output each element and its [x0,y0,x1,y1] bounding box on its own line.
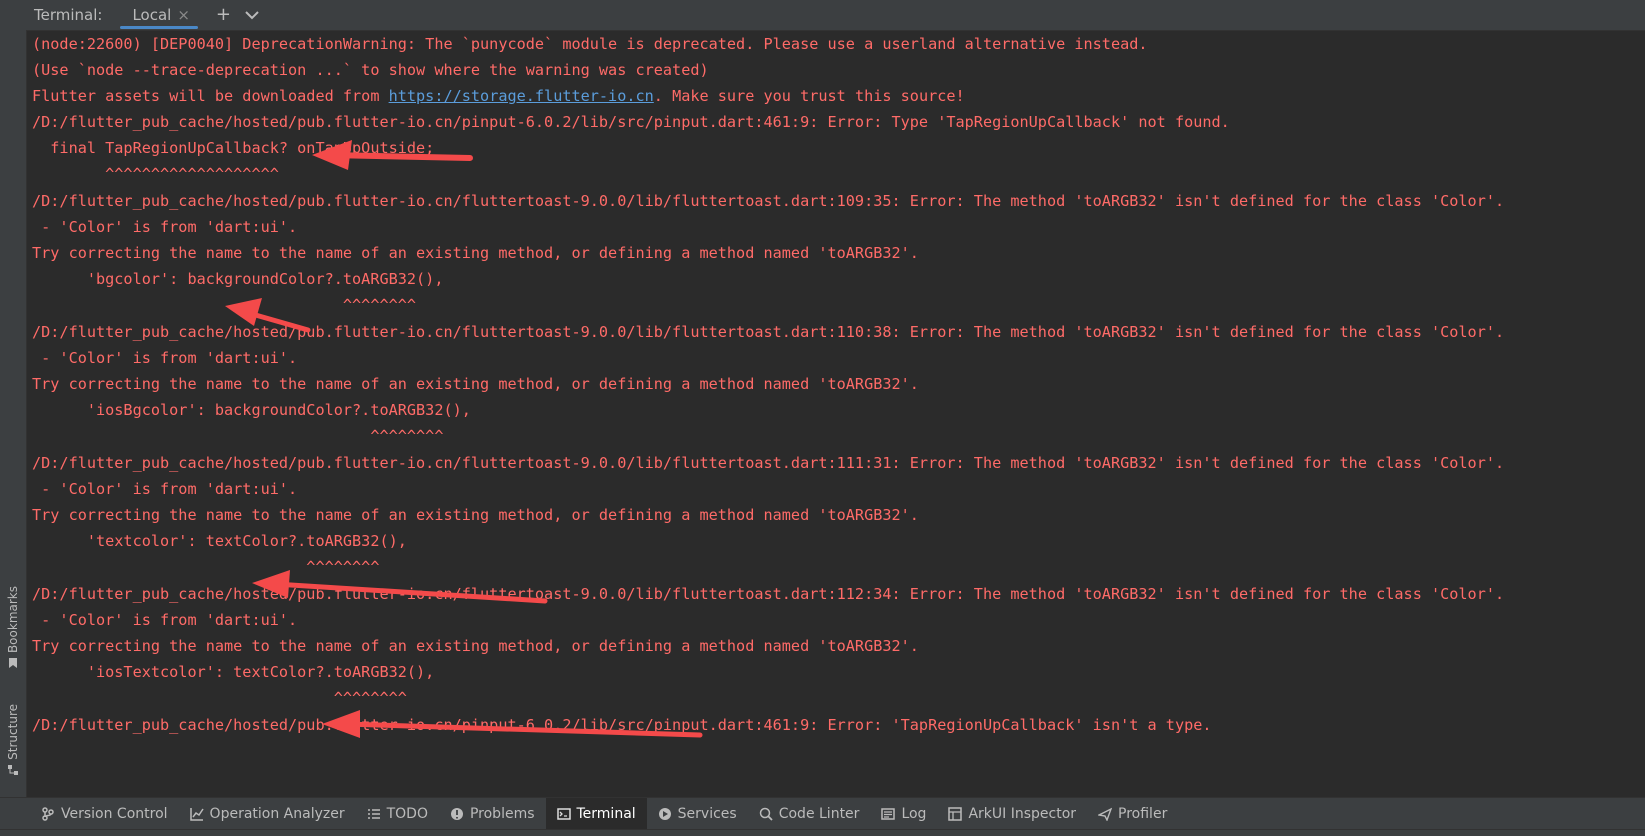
terminal-line: /D:/flutter_pub_cache/hosted/pub.flutter… [32,113,1230,131]
left-tool-strip: Bookmarks Structure [0,0,27,800]
terminal-header: Terminal: Local × + [26,0,1645,31]
terminal-line: /D:/flutter_pub_cache/hosted/pub.flutter… [32,323,1505,341]
tab-log[interactable]: Log [870,798,937,830]
tool-window-bar: Version Control Operation Analyzer TODO … [0,797,1645,830]
tab-version-control-label: Version Control [61,806,168,822]
branch-icon [42,807,54,821]
terminal-line: ^^^^^^^^ [32,558,380,576]
bookmarks-tool-tab[interactable]: Bookmarks [0,586,26,669]
tab-code-linter[interactable]: Code Linter [748,798,871,830]
tab-profiler[interactable]: Profiler [1087,798,1178,830]
terminal-line: 'bgcolor': backgroundColor?.toARGB32(), [32,270,444,288]
bookmarks-label: Bookmarks [6,586,20,654]
tab-log-label: Log [901,806,927,822]
terminal-line: /D:/flutter_pub_cache/hosted/pub.flutter… [32,192,1505,210]
terminal-line: 'iosBgcolor': backgroundColor?.toARGB32(… [32,401,471,419]
new-tab-icon[interactable]: + [216,6,231,24]
tab-local[interactable]: Local × [116,0,201,30]
problems-icon [450,808,463,820]
tab-local-label: Local [132,6,172,24]
terminal-line: ^^^^^^^^ [32,427,444,445]
terminal-line-assets: Flutter assets will be downloaded from h… [32,83,965,109]
terminal-line: final TapRegionUpCallback? onTapUpOutsid… [32,139,435,157]
tab-terminal-label: Terminal [576,806,636,822]
assets-suffix: . Make sure you trust this source! [653,87,965,105]
inspector-icon [948,807,963,821]
tab-profiler-label: Profiler [1118,806,1168,822]
terminal-title: Terminal: [34,6,103,24]
terminal-line: - 'Color' is from 'dart:ui'. [32,349,298,367]
terminal-line: Try correcting the name to the name of a… [32,506,919,524]
terminal-line: Try correcting the name to the name of a… [32,375,919,393]
terminal-line: 'textcolor': textColor?.toARGB32(), [32,532,407,550]
close-icon[interactable]: × [177,6,190,24]
tab-terminal[interactable]: Terminal [545,798,647,830]
tab-problems[interactable]: Problems [439,798,546,830]
terminal-line: (node:22600) [DEP0040] DeprecationWarnin… [32,35,1148,53]
terminal-line: ^^^^^^^^^^^^^^^^^^^ [32,165,279,183]
tab-arkui-inspector-label: ArkUI Inspector [968,806,1077,822]
terminal-icon [556,808,571,820]
tab-operation-analyzer-label: Operation Analyzer [209,806,345,822]
tab-code-linter-label: Code Linter [778,806,860,822]
terminal-line: Try correcting the name to the name of a… [32,637,919,655]
linter-icon [759,807,773,821]
bookmark-icon [9,658,17,669]
log-icon [881,808,896,820]
chevron-down-glyph [245,11,259,20]
assets-prefix: Flutter assets will be downloaded from [32,87,389,105]
tab-todo[interactable]: TODO [356,798,439,830]
terminal-line: - 'Color' is from 'dart:ui'. [32,480,298,498]
tab-arkui-inspector[interactable]: ArkUI Inspector [937,798,1087,830]
terminal-output[interactable]: (node:22600) [DEP0040] DeprecationWarnin… [27,31,1645,796]
tab-operation-analyzer[interactable]: Operation Analyzer [179,798,356,830]
tab-services[interactable]: Services [647,798,748,830]
structure-icon [8,764,18,775]
terminal-line: /D:/flutter_pub_cache/hosted/pub.flutter… [32,585,1505,603]
terminal-line: 'iosTextcolor': textColor?.toARGB32(), [32,663,435,681]
tab-version-control[interactable]: Version Control [30,798,179,830]
list-icon [367,809,380,819]
terminal-line: - 'Color' is from 'dart:ui'. [32,611,298,629]
services-icon [658,808,671,820]
structure-label: Structure [6,704,20,760]
tab-services-label: Services [677,806,737,822]
terminal-line: /D:/flutter_pub_cache/hosted/pub.flutter… [32,454,1505,472]
chevron-down-icon[interactable] [245,7,259,23]
terminal-line: (Use `node --trace-deprecation ...` to s… [32,61,709,79]
tab-todo-label: TODO [386,806,428,822]
assets-link[interactable]: https://storage.flutter-io.cn [389,87,654,105]
terminal-line: ^^^^^^^^ [32,689,407,707]
terminal-line: ^^^^^^^^ [32,296,417,314]
profiler-icon [1098,807,1113,821]
terminal-line: Try correcting the name to the name of a… [32,244,919,262]
chart-icon [189,808,204,821]
tab-problems-label: Problems [469,806,535,822]
terminal-line: /D:/flutter_pub_cache/hosted/pub.flutter… [32,716,1212,734]
terminal-line: - 'Color' is from 'dart:ui'. [32,218,298,236]
structure-tool-tab[interactable]: Structure [0,704,26,776]
